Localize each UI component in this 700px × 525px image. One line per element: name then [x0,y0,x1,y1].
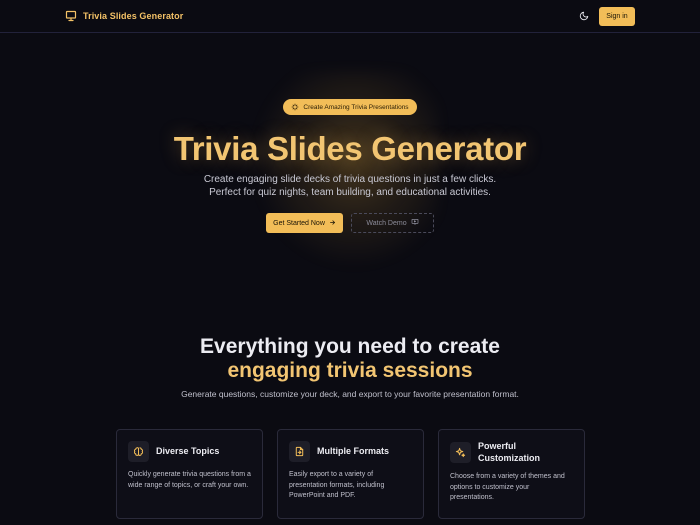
hero-section: Create Amazing Trivia Presentations Triv… [0,98,700,233]
brand-name: Trivia Slides Generator [83,11,184,21]
arrow-right-icon [329,219,336,228]
feature-card-title: Multiple Formats [317,446,390,456]
monitor-play-icon [411,218,419,228]
feature-card-title: Powerful Customization [478,441,540,463]
hero-title: Trivia Slides Generator [173,130,527,167]
signin-button[interactable]: Sign in [599,6,635,26]
sparkle-icon [291,103,299,111]
hero-badge-label: Create Amazing Trivia Presentations [303,103,409,111]
feature-card-description: Quickly generate trivia questions from a… [128,471,251,489]
hero-actions: Get Started Now Watch Demo [0,213,700,233]
feature-card-description: Easily export to a variety of presentati… [289,471,385,499]
sparkles-icon [450,441,471,463]
brand-link[interactable]: Trivia Slides Generator [65,10,183,22]
feature-card: Powerful Customization Choose from a var… [438,429,585,519]
features-title: Everything you need to create [200,335,500,358]
get-started-label: Get Started Now [273,219,325,227]
feature-cards: Diverse Topics Quickly generate trivia q… [116,429,585,519]
features-section: Everything you need to create engaging t… [0,335,700,399]
hero-subtitle-line: Create engaging slide decks of trivia qu… [203,174,497,185]
moon-icon[interactable] [577,9,591,23]
watch-demo-label: Watch Demo [366,219,407,227]
watch-demo-button[interactable]: Watch Demo [351,213,434,233]
hero-subtitle-line: Perfect for quiz nights, team building, … [209,187,491,198]
brain-icon [128,440,149,462]
presentation-icon [65,10,77,22]
top-navbar: Trivia Slides Generator Sign in [0,0,700,33]
feature-card: Diverse Topics Quickly generate trivia q… [116,429,263,519]
features-subtitle: Generate questions, customize your deck,… [181,389,519,399]
feature-card-title: Diverse Topics [156,446,220,456]
feature-card-description: Choose from a variety of themes and opti… [450,473,565,501]
hero-badge: Create Amazing Trivia Presentations [283,99,417,115]
hero-subtitle: Create engaging slide decks of trivia qu… [0,173,700,199]
get-started-button[interactable]: Get Started Now [266,213,343,233]
features-title-highlight: engaging trivia sessions [227,359,473,382]
feature-card: Multiple Formats Easily export to a vari… [277,429,424,519]
file-export-icon [289,440,310,462]
